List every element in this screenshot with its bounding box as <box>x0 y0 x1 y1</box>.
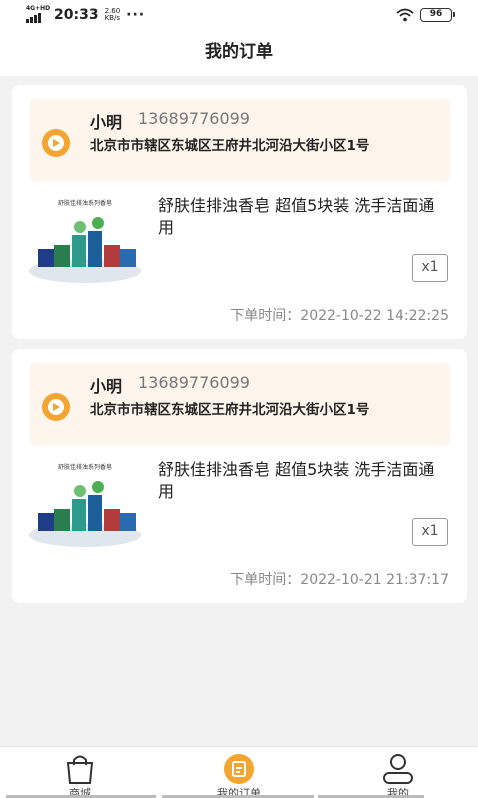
bottom-tab-bar: 商城 我的订单 我的 <box>0 746 478 798</box>
wifi-icon <box>396 8 414 22</box>
product-photo: 舒肤佳排浊系列香皂 <box>28 455 142 547</box>
more-notifications-icon: ··· <box>126 7 146 23</box>
speed-unit: KB/s <box>104 14 120 22</box>
status-right: 96 <box>396 8 455 22</box>
page-title: 我的订单 <box>205 42 273 62</box>
order-time: 下单时间：2022-10-21 21:37:17 <box>230 572 449 588</box>
tab-me[interactable]: 我的 <box>323 747 473 798</box>
tab-shop[interactable]: 商城 <box>5 747 155 798</box>
product-title[interactable]: 舒肤佳排浊香皂 超值5块装 洗手洁面通用 <box>158 195 448 239</box>
product-image-caption: 舒肤佳排浊系列香皂 <box>58 463 112 471</box>
product-image[interactable]: 舒肤佳排浊系列香皂 <box>28 191 142 283</box>
recipient-phone: 13689776099 <box>138 373 250 392</box>
nav-header: 我的订单 <box>0 32 478 76</box>
shopping-bag-icon <box>66 755 94 784</box>
network-speed: 2.60 KB/s <box>105 8 121 22</box>
quantity-badge: x1 <box>412 518 448 546</box>
location-icon <box>42 129 70 157</box>
product-title[interactable]: 舒肤佳排浊香皂 超值5块装 洗手洁面通用 <box>158 459 448 503</box>
status-time: 20:33 <box>54 7 99 23</box>
recipient-name: 小明 <box>90 377 123 396</box>
delivery-address: 北京市市辖区东城区王府井北河沿大街小区1号 <box>90 402 370 418</box>
order-card[interactable]: 小明 13689776099 北京市市辖区东城区王府井北河沿大街小区1号 舒肤佳… <box>12 85 467 339</box>
order-card[interactable]: 小明 13689776099 北京市市辖区东城区王府井北河沿大街小区1号 舒肤佳… <box>12 349 467 603</box>
order-time: 下单时间：2022-10-22 14:22:25 <box>230 308 449 324</box>
product-photo: 舒肤佳排浊系列香皂 <box>28 191 142 283</box>
network-type: 4G+HD <box>26 5 51 12</box>
user-icon <box>383 754 413 784</box>
status-left: 4G+HD 20:33 2.60 KB/s ··· <box>26 5 146 23</box>
recipient-name: 小明 <box>90 113 123 132</box>
battery-icon: 96 <box>420 8 455 22</box>
orders-icon <box>224 754 254 784</box>
product-image[interactable]: 舒肤佳排浊系列香皂 <box>28 455 142 547</box>
status-bar: 4G+HD 20:33 2.60 KB/s ··· 96 <box>0 0 478 32</box>
tab-my-orders[interactable]: 我的订单 <box>164 747 314 798</box>
battery-level: 96 <box>429 9 443 19</box>
location-icon <box>42 393 70 421</box>
signal-icon: 4G+HD <box>26 5 51 23</box>
address-box: 小明 13689776099 北京市市辖区东城区王府井北河沿大街小区1号 <box>30 363 450 445</box>
address-box: 小明 13689776099 北京市市辖区东城区王府井北河沿大街小区1号 <box>30 99 450 181</box>
delivery-address: 北京市市辖区东城区王府井北河沿大街小区1号 <box>90 138 370 154</box>
product-image-caption: 舒肤佳排浊系列香皂 <box>58 199 112 207</box>
quantity-badge: x1 <box>412 254 448 282</box>
recipient-phone: 13689776099 <box>138 109 250 128</box>
